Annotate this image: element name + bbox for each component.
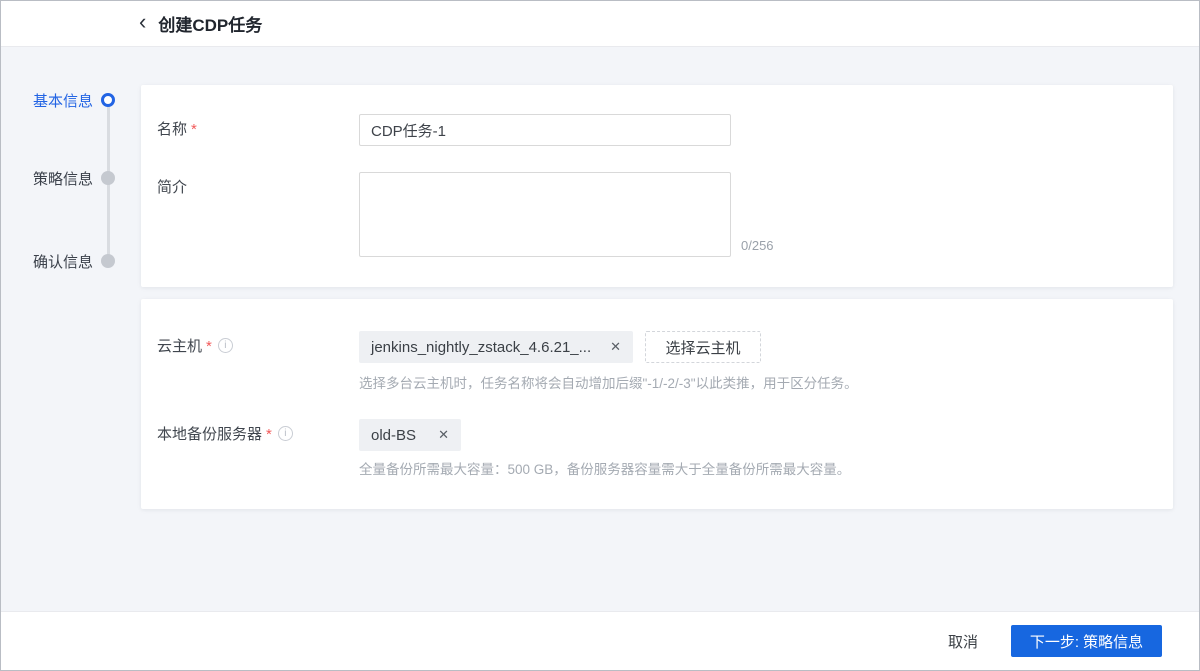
step-confirm-info-label: 确认信息	[32, 253, 93, 271]
step-basic-info[interactable]: 基本信息	[1, 90, 141, 110]
step-active-dot-icon	[101, 93, 115, 107]
required-asterisk: *	[266, 426, 272, 443]
char-counter: 0/256	[741, 238, 774, 253]
page-body: 基本信息 策略信息 确认信息 名称* 简介 0/256	[1, 47, 1199, 611]
backup-server-label-text: 本地备份服务器	[157, 426, 263, 443]
step-pending-dot-icon	[101, 171, 115, 185]
step-policy-info[interactable]: 策略信息	[1, 168, 141, 188]
select-vm-button[interactable]: 选择云主机	[645, 331, 761, 363]
backup-server-tag-label: old-BS	[371, 426, 417, 444]
vm-label: 云主机 * i	[157, 331, 233, 363]
step-pending-dot-icon	[101, 254, 115, 268]
description-label: 简介	[157, 172, 187, 204]
page-header: ‹ 创建CDP任务	[1, 1, 1199, 47]
description-textarea[interactable]	[359, 172, 731, 257]
back-icon[interactable]: ‹	[139, 11, 146, 33]
step-policy-info-label: 策略信息	[32, 170, 93, 188]
wizard-stepper: 基本信息 策略信息 确认信息	[1, 47, 141, 611]
create-cdp-task-page: ‹ 创建CDP任务 基本信息 策略信息 确认信息 名称 * CDP任务-1 简介…	[0, 0, 1200, 671]
step-confirm-info[interactable]: 确认信息	[1, 251, 141, 271]
vm-hint-text: 选择多台云主机时，任务名称将会自动增加后缀"-1/-2/-3"以此类推，用于区分…	[359, 376, 858, 391]
info-icon[interactable]: i	[217, 338, 233, 354]
basic-info-card: 名称* 简介 0/256	[141, 85, 1173, 287]
backup-server-label: 本地备份服务器 * i	[157, 419, 293, 451]
page-title: 创建CDP任务	[158, 16, 263, 35]
step-basic-info-label: 基本信息	[32, 92, 93, 110]
cancel-button[interactable]: 取消	[946, 625, 980, 658]
description-label-text: 简介	[157, 179, 188, 196]
vm-tag-label: jenkins_nightly_zstack_4.6.21_...	[371, 338, 592, 356]
remove-vm-tag-icon[interactable]: ✕	[610, 339, 621, 355]
vm-tag: jenkins_nightly_zstack_4.6.21_... ✕	[359, 331, 633, 363]
required-asterisk: *	[191, 121, 197, 138]
next-step-button[interactable]: 下一步: 策略信息	[1011, 625, 1162, 657]
backup-server-hint-text: 全量备份所需最大容量：500 GB，备份服务器容量需大于全量备份所需最大容量。	[359, 462, 851, 477]
resource-card: 云主机 * i jenkins_nightly_zstack_4.6.21_... …	[141, 299, 1173, 509]
name-label-text: 名称	[157, 121, 188, 138]
name-input[interactable]	[359, 114, 731, 146]
remove-backup-server-tag-icon[interactable]: ✕	[438, 427, 449, 443]
required-asterisk: *	[206, 338, 212, 355]
info-icon[interactable]: i	[277, 426, 293, 442]
page-footer: 取消 下一步: 策略信息	[1, 611, 1199, 670]
name-label: 名称 *	[157, 114, 197, 146]
backup-server-tag: old-BS ✕	[359, 419, 461, 451]
vm-label-text: 云主机	[157, 338, 203, 355]
